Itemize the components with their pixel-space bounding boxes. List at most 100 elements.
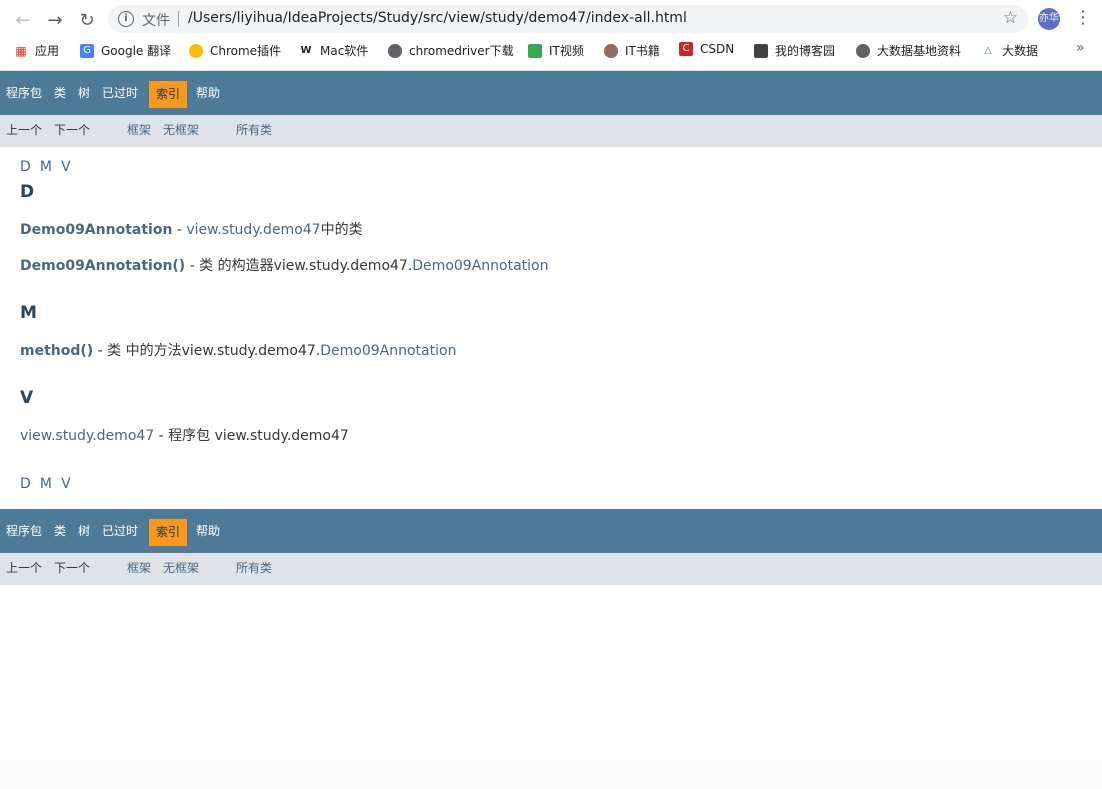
csdn-icon: C xyxy=(679,42,693,56)
translate-icon: G xyxy=(80,43,94,58)
nav-package[interactable]: 程序包 xyxy=(6,509,42,553)
bookmark-label: 我的博客园 xyxy=(775,44,836,58)
globe-icon xyxy=(388,43,402,58)
nav-index[interactable]: 索引 xyxy=(149,519,188,546)
profile-avatar[interactable]: 亦华 xyxy=(1038,8,1060,30)
bookmarks-more-icon[interactable]: » xyxy=(1076,40,1085,56)
reload-icon[interactable]: ↻ xyxy=(76,9,98,31)
entry-desc: - xyxy=(172,222,187,238)
letter-index-top: D M V xyxy=(20,156,75,175)
bottom-sub-navbar: 上一个 下一个 框架 无框架 所有类 xyxy=(0,553,1102,585)
bookmark-label: chromedriver下载 xyxy=(409,44,514,58)
entry-name-link[interactable]: Demo09Annotation() xyxy=(20,258,185,274)
letter-index-bottom: D M V xyxy=(20,473,75,492)
bookmark-bigdata-base[interactable]: 大数据基地资料 xyxy=(856,42,961,59)
top-navbar: 程序包 类 树 已过时 索引 帮助 xyxy=(0,71,1102,115)
bookmark-bigdata[interactable]: △ 大数据 xyxy=(981,42,1038,59)
letter-link-d[interactable]: D xyxy=(20,476,31,492)
prev-link[interactable]: 上一个 xyxy=(6,115,42,147)
bottom-navbar: 程序包 类 树 已过时 索引 帮助 xyxy=(0,509,1102,553)
package-link[interactable]: view.study.demo47 xyxy=(186,222,320,238)
scheme-label: 文件 xyxy=(142,13,170,29)
nav-tree[interactable]: 树 xyxy=(78,71,90,115)
entry-name-link[interactable]: Demo09Annotation xyxy=(20,222,172,238)
forward-icon[interactable]: → xyxy=(44,9,66,31)
nav-deprecated[interactable]: 已过时 xyxy=(102,509,138,553)
bookmark-it-video[interactable]: IT视频 xyxy=(528,42,584,59)
bookmark-label: 大数据 xyxy=(1002,44,1039,58)
section-heading-v: V xyxy=(20,388,34,408)
bookmark-label: 应用 xyxy=(35,44,60,58)
bookmark-csdn[interactable]: C CSDN xyxy=(679,42,734,56)
entry-name-link[interactable]: method() xyxy=(20,343,93,359)
browser-toolbar: ← → ↻ i 文件 /Users/liyihua/IdeaProjects/S… xyxy=(0,0,1102,71)
bookmark-label: Mac软件 xyxy=(320,44,369,58)
nav-package[interactable]: 程序包 xyxy=(6,71,42,115)
index-entry: Demo09Annotation - view.study.demo47中的类 xyxy=(20,219,363,239)
allclasses-link[interactable]: 所有类 xyxy=(236,115,272,147)
noframes-link[interactable]: 无框架 xyxy=(163,115,199,147)
letter-link-m[interactable]: M xyxy=(40,476,52,492)
book-icon xyxy=(604,43,618,58)
bookmark-google-translate[interactable]: G Google 翻译 xyxy=(80,42,171,59)
entry-desc: - 程序包 view.study.demo47 xyxy=(154,428,349,444)
letter-link-m[interactable]: M xyxy=(40,159,52,175)
window-bottom xyxy=(0,740,1102,789)
letter-link-v[interactable]: V xyxy=(61,476,71,492)
index-entry: Demo09Annotation() - 类 的构造器view.study.de… xyxy=(20,255,548,275)
entry-desc: - 类 中的方法view.study.demo47. xyxy=(93,343,321,359)
next-link[interactable]: 下一个 xyxy=(54,115,90,147)
section-heading-d: D xyxy=(20,182,35,202)
nav-deprecated[interactable]: 已过时 xyxy=(102,71,138,115)
prev-link[interactable]: 上一个 xyxy=(6,553,42,585)
chrome-icon xyxy=(189,43,203,58)
bookmark-it-books[interactable]: IT书籍 xyxy=(604,42,660,59)
w-logo-icon: W xyxy=(300,44,312,56)
divider xyxy=(178,11,179,27)
bookmark-label: 大数据基地资料 xyxy=(877,44,962,58)
nav-index[interactable]: 索引 xyxy=(149,81,188,108)
class-link[interactable]: Demo09Annotation xyxy=(412,258,548,274)
bookmark-label: IT书籍 xyxy=(625,44,660,58)
frames-link[interactable]: 框架 xyxy=(127,115,151,147)
letter-link-d[interactable]: D xyxy=(20,159,31,175)
noframes-link[interactable]: 无框架 xyxy=(163,553,199,585)
allclasses-link[interactable]: 所有类 xyxy=(236,553,272,585)
nav-class[interactable]: 类 xyxy=(54,71,66,115)
letter-link-v[interactable]: V xyxy=(61,159,71,175)
back-icon[interactable]: ← xyxy=(12,9,34,31)
class-link[interactable]: Demo09Annotation xyxy=(320,343,456,359)
network-icon: △ xyxy=(984,44,992,56)
bookmark-label: Chrome插件 xyxy=(210,44,282,58)
bookmark-label: IT视频 xyxy=(549,44,584,58)
package-link[interactable]: view.study.demo47 xyxy=(20,428,154,444)
url-text[interactable]: /Users/liyihua/IdeaProjects/Study/src/vi… xyxy=(188,10,687,26)
address-bar[interactable]: i 文件 /Users/liyihua/IdeaProjects/Study/s… xyxy=(108,5,1028,33)
next-link[interactable]: 下一个 xyxy=(54,553,90,585)
nav-help[interactable]: 帮助 xyxy=(196,71,220,115)
sub-navbar: 上一个 下一个 框架 无框架 所有类 xyxy=(0,115,1102,147)
bookmark-blog[interactable]: 我的博客园 xyxy=(754,42,835,59)
bookmark-chrome-plugins[interactable]: Chrome插件 xyxy=(189,42,281,59)
section-heading-m: M xyxy=(20,303,37,323)
bookmark-label: Google 翻译 xyxy=(101,44,172,58)
blog-icon xyxy=(754,43,768,58)
bookmark-star-icon[interactable]: ☆ xyxy=(1003,8,1018,28)
frames-link[interactable]: 框架 xyxy=(127,553,151,585)
apps-grid-icon: ▦ xyxy=(15,43,27,58)
bookmarks-bar: ▦ 应用 G Google 翻译 Chrome插件 W Mac软件 chrome… xyxy=(0,40,1102,62)
entry-desc: - 类 的构造器view.study.demo47. xyxy=(185,258,413,274)
nav-class[interactable]: 类 xyxy=(54,509,66,553)
info-icon[interactable]: i xyxy=(118,11,134,27)
menu-dots-icon[interactable]: ⋮ xyxy=(1074,7,1092,28)
bookmark-label: CSDN xyxy=(700,42,735,56)
nav-help[interactable]: 帮助 xyxy=(196,509,220,553)
bookmark-apps[interactable]: ▦ 应用 xyxy=(14,42,59,59)
bookmark-mac-software[interactable]: W Mac软件 xyxy=(299,42,368,59)
bookmark-chromedriver[interactable]: chromedriver下载 xyxy=(388,42,514,59)
entry-desc: 中的类 xyxy=(320,222,363,238)
globe-icon xyxy=(856,43,870,58)
nav-tree[interactable]: 树 xyxy=(78,509,90,553)
index-entry: view.study.demo47 - 程序包 view.study.demo4… xyxy=(20,425,349,445)
index-entry: method() - 类 中的方法view.study.demo47.Demo0… xyxy=(20,340,456,360)
